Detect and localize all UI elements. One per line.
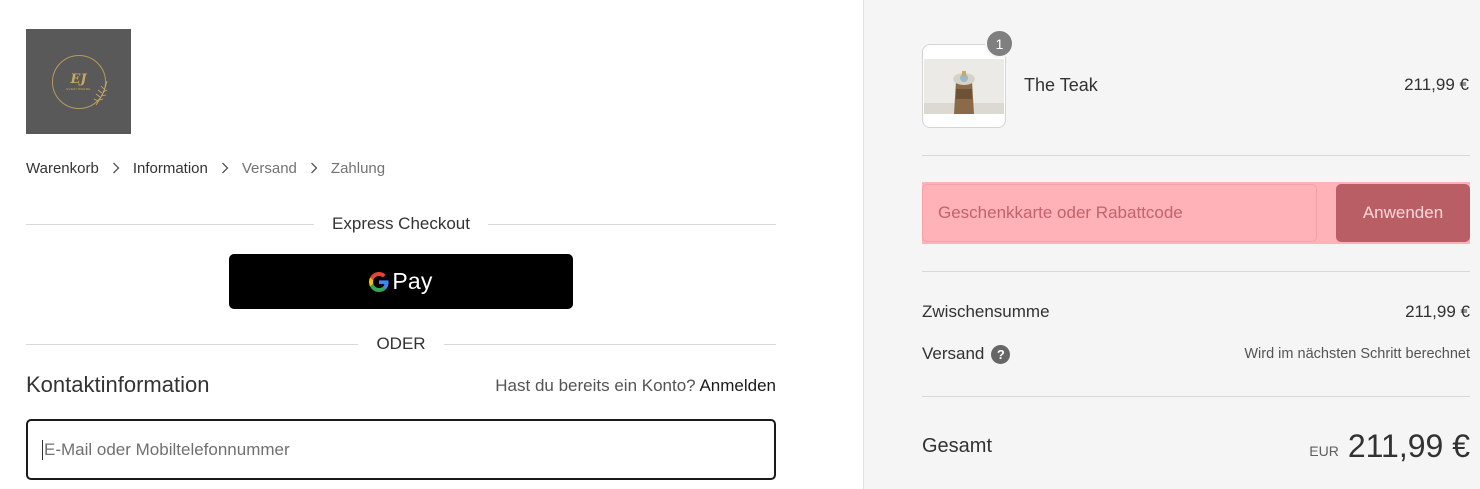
leaf-icon — [93, 80, 107, 105]
chevron-right-icon — [310, 162, 318, 174]
shipping-label: Versand — [922, 344, 985, 363]
login-prompt: Hast du bereits ein Konto? Anmelden — [495, 376, 776, 396]
breadcrumb-shipping: Versand — [241, 159, 297, 177]
email-field[interactable] — [26, 419, 776, 480]
product-image — [924, 59, 1004, 114]
google-g-icon — [369, 271, 389, 292]
google-pay-label: Pay — [392, 268, 433, 294]
express-checkout-header: Express Checkout — [26, 214, 777, 234]
quantity-badge: 1 — [985, 29, 1014, 58]
product-name: The Teak — [1024, 75, 1098, 95]
breadcrumb: Warenkorb Information Versand Zahlung — [26, 158, 385, 178]
email-input[interactable] — [44, 439, 774, 460]
divider-line — [443, 343, 776, 345]
divider-line — [922, 271, 1470, 272]
or-label: ODER — [376, 334, 426, 353]
help-icon[interactable]: ? — [991, 344, 1011, 364]
apply-discount-button[interactable]: Anwenden — [1336, 184, 1470, 242]
contact-info-title: Kontaktinformation — [26, 372, 210, 397]
divider-line — [26, 223, 315, 225]
breadcrumb-information: Information — [132, 159, 208, 177]
total-value: 211,99 € — [1347, 428, 1470, 464]
chevron-right-icon — [112, 162, 120, 174]
breadcrumb-payment: Zahlung — [330, 159, 386, 177]
checkout-main: EJ EVERYWHERE Warenkorb Information Vers… — [0, 0, 863, 489]
product-price: 211,99 € — [1404, 75, 1469, 94]
google-pay-content: Pay — [369, 268, 432, 295]
logo-emblem: EJ EVERYWHERE — [51, 54, 107, 109]
subtotal-row: Zwischensumme 211,99 € — [922, 302, 1470, 322]
discount-code-input[interactable] — [938, 203, 1316, 223]
shipping-row: Versand ? Wird im nächsten Schritt berec… — [922, 344, 1470, 364]
divider-line — [922, 155, 1470, 156]
subtotal-label: Zwischensumme — [922, 302, 1050, 321]
divider-line — [922, 396, 1470, 397]
discount-code-field[interactable] — [922, 184, 1317, 242]
express-checkout-title: Express Checkout — [332, 214, 470, 233]
divider-line — [487, 223, 777, 225]
breadcrumb-cart[interactable]: Warenkorb — [26, 160, 99, 177]
total-label: Gesamt — [922, 435, 993, 457]
order-summary: 1 The Teak 211,99 € Anwenden Zwischensum… — [863, 0, 1480, 489]
account-prompt-text: Hast du bereits ein Konto? — [495, 376, 696, 395]
shipping-value: Wird im nächsten Schritt berechnet — [1244, 346, 1470, 362]
shipping-label-group: Versand ? — [922, 344, 1011, 364]
subtotal-value: 211,99 € — [1405, 302, 1470, 321]
divider-line — [26, 343, 359, 345]
login-link[interactable]: Anmelden — [699, 376, 776, 395]
total-amount-group: EUR 211,99 € — [1309, 428, 1470, 465]
store-logo[interactable]: EJ EVERYWHERE — [26, 29, 131, 134]
or-divider: ODER — [26, 334, 776, 354]
logo-monogram: EJ — [70, 71, 87, 87]
logo-subtitle: EVERYWHERE — [66, 86, 91, 91]
chevron-right-icon — [221, 162, 229, 174]
checkout-page: EJ EVERYWHERE Warenkorb Information Vers… — [0, 0, 1480, 489]
total-row: Gesamt EUR 211,99 € — [922, 428, 1470, 465]
google-pay-button[interactable]: Pay — [229, 254, 573, 309]
text-caret — [42, 439, 43, 460]
total-currency: EUR — [1309, 442, 1339, 459]
